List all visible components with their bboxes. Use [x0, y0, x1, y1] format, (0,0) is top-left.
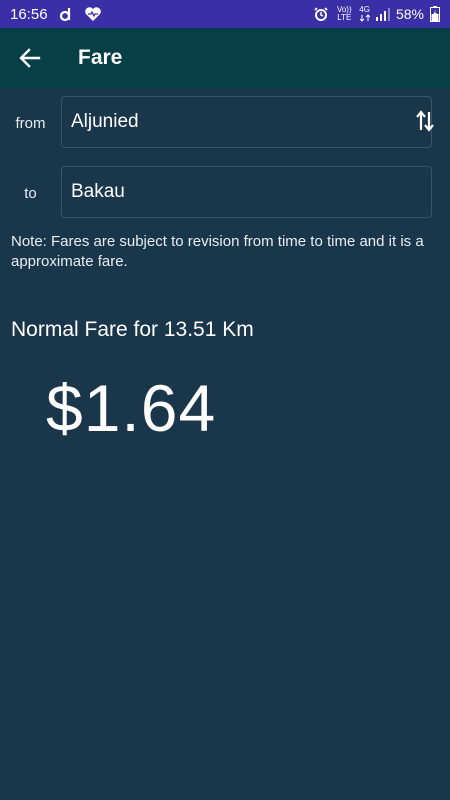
fare-title: Normal Fare for 13.51 Km: [11, 318, 254, 341]
from-station-value: Aljunied: [71, 111, 139, 132]
alarm-icon: [313, 6, 329, 22]
fare-amount: $1.64: [46, 371, 217, 445]
from-row: from Aljunied: [0, 96, 450, 150]
arrow-back-icon: [19, 47, 41, 69]
to-station-field[interactable]: Bakau: [61, 166, 432, 218]
signal-icon: [375, 7, 390, 21]
swap-vert-icon: [415, 110, 435, 132]
status-time: 16:56: [10, 5, 48, 23]
battery-icon: [430, 6, 440, 22]
status-bar: 16:56 Vo)) LTE 4G 58%: [0, 0, 450, 28]
volte-indicator: Vo)) LTE: [335, 6, 353, 22]
network-type-icon: 4G: [359, 6, 370, 22]
battery-percent: 58%: [395, 6, 424, 22]
d-app-icon: [58, 6, 74, 22]
to-label: to: [24, 184, 37, 202]
fare-note: Note: Fares are subject to revision from…: [11, 233, 424, 270]
from-station-field[interactable]: Aljunied: [61, 96, 432, 148]
page-title: Fare: [78, 46, 123, 69]
swap-stations-button[interactable]: [410, 106, 440, 136]
heart-icon: [84, 6, 102, 22]
to-row: to Bakau: [0, 166, 450, 220]
app-bar: Fare: [0, 28, 450, 88]
status-right: Vo)) LTE 4G 58%: [313, 6, 440, 22]
network-type-text: 4G: [359, 5, 370, 14]
from-label: from: [15, 114, 46, 132]
status-left: 16:56: [10, 6, 102, 23]
volte-text: Vo)) LTE: [336, 5, 352, 22]
to-station-value: Bakau: [71, 181, 125, 202]
back-button[interactable]: [0, 28, 60, 88]
